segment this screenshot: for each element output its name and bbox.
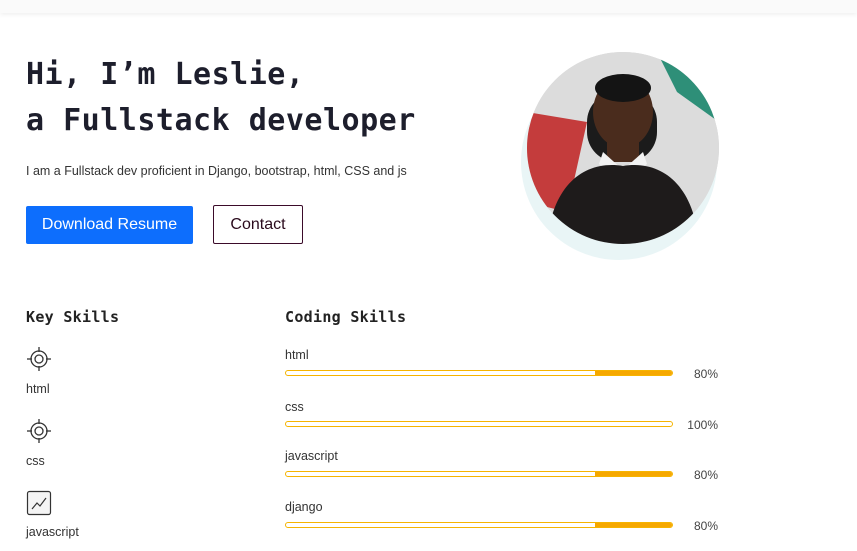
skill-progress-bar (285, 471, 673, 477)
target-icon (26, 346, 52, 372)
key-skill-label: css (26, 454, 45, 468)
key-skills-title: Key Skills (26, 308, 120, 326)
skill-percent: 80% (693, 519, 718, 533)
coding-skill-label: html (285, 348, 309, 362)
target-icon (26, 418, 52, 444)
hero-title-line1: Hi, I’m Leslie, (26, 57, 305, 92)
skill-progress-fill (594, 472, 672, 476)
coding-skills-title: Coding Skills (285, 308, 407, 326)
key-skill-label: javascript (26, 525, 79, 539)
coding-skill-label: django (285, 500, 323, 514)
chart-line-icon (26, 490, 52, 516)
profile-photo-frame (521, 52, 721, 260)
hero-title: Hi, I’m Leslie, a Fullstack developer (26, 52, 506, 144)
skill-progress-fill (594, 371, 672, 375)
skill-progress-bar (285, 522, 673, 528)
skill-percent: 100% (687, 418, 718, 432)
skill-percent: 80% (693, 468, 718, 482)
download-resume-button[interactable]: Download Resume (26, 206, 193, 244)
hero-description: I am a Fullstack dev proficient in Djang… (26, 164, 407, 178)
skill-progress-bar (285, 421, 673, 427)
contact-button[interactable]: Contact (213, 205, 303, 244)
profile-photo (527, 52, 719, 244)
hero-title-line2: a Fullstack developer (26, 103, 416, 138)
key-skill-label: html (26, 382, 50, 396)
coding-skill-label: css (285, 400, 304, 414)
coding-skill-label: javascript (285, 449, 338, 463)
top-navbar (0, 0, 857, 13)
skill-progress-bar (285, 370, 673, 376)
skill-percent: 80% (693, 367, 718, 381)
skill-progress-fill (594, 523, 672, 527)
